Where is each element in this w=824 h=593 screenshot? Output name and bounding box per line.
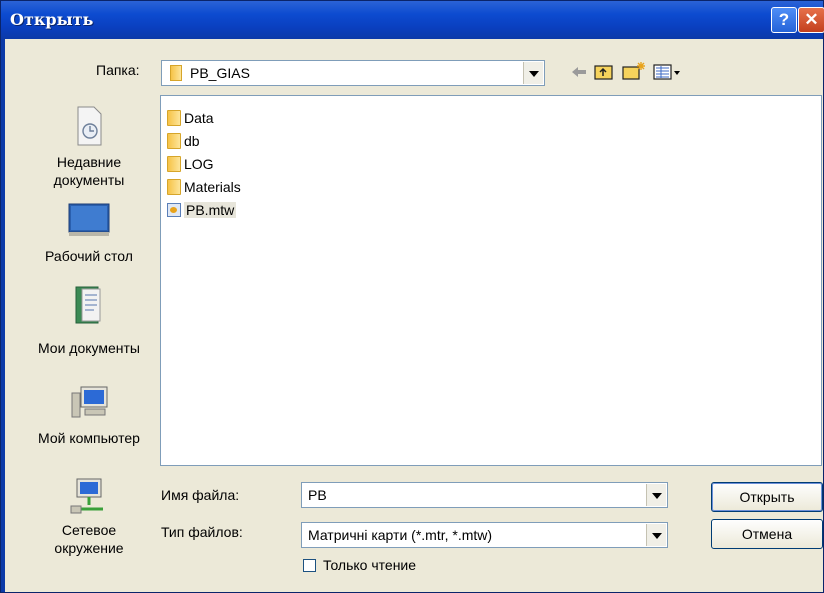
file-name: PB.mtw bbox=[184, 201, 237, 218]
place-my-documents[interactable]: Мои документы bbox=[19, 285, 159, 357]
folder-icon bbox=[167, 132, 181, 149]
chevron-down-icon[interactable] bbox=[646, 484, 666, 506]
chevron-down-icon[interactable] bbox=[646, 524, 666, 546]
open-button[interactable]: Открыть bbox=[711, 482, 823, 512]
cancel-button[interactable]: Отмена bbox=[711, 519, 823, 549]
places-bar: Недавние документы Рабочий стол Мои доку… bbox=[19, 95, 159, 593]
filetype-select[interactable]: Матричні карти (*.mtr, *.mtw) bbox=[301, 522, 668, 548]
filename-value: PB bbox=[308, 487, 327, 503]
recent-documents-icon bbox=[77, 106, 102, 146]
view-menu-icon[interactable] bbox=[653, 63, 683, 81]
file-list[interactable]: Data db LOG Materials PB.mtw bbox=[160, 95, 822, 466]
place-network[interactable]: Сетевое окружение bbox=[19, 477, 159, 557]
help-button[interactable]: ? bbox=[771, 7, 797, 33]
my-computer-icon bbox=[71, 386, 108, 418]
close-button[interactable]: ✕ bbox=[798, 7, 824, 33]
filename-label: Имя файла: bbox=[161, 487, 240, 503]
place-label: Мой компьютер bbox=[38, 430, 140, 446]
map-file-icon bbox=[167, 202, 181, 217]
new-folder-icon[interactable] bbox=[622, 61, 646, 81]
place-label: документы bbox=[53, 172, 125, 188]
file-name: db bbox=[184, 132, 200, 149]
readonly-label[interactable]: Только чтение bbox=[323, 557, 416, 573]
desktop-icon bbox=[68, 203, 110, 236]
up-folder-icon[interactable] bbox=[594, 63, 614, 81]
list-item[interactable]: PB.mtw bbox=[167, 199, 237, 220]
list-item[interactable]: Data bbox=[167, 107, 214, 128]
folder-icon bbox=[170, 65, 182, 81]
location-label: Папка: bbox=[96, 62, 140, 78]
list-item[interactable]: LOG bbox=[167, 153, 214, 174]
filename-field[interactable]: PB bbox=[301, 482, 668, 508]
place-my-computer[interactable]: Мой компьютер bbox=[19, 385, 159, 447]
place-label: Мои документы bbox=[37, 340, 140, 356]
file-name: LOG bbox=[184, 155, 214, 172]
list-item[interactable]: db bbox=[167, 130, 200, 151]
file-name: Materials bbox=[184, 178, 241, 195]
window-border bbox=[1, 39, 5, 592]
readonly-checkbox[interactable] bbox=[303, 559, 316, 572]
my-documents-icon bbox=[75, 286, 101, 324]
network-icon bbox=[70, 478, 103, 514]
place-desktop[interactable]: Рабочий стол bbox=[19, 203, 159, 265]
filetype-label: Тип файлов: bbox=[161, 524, 243, 540]
filetype-value: Матричні карти (*.mtr, *.mtw) bbox=[308, 527, 493, 543]
title-bar[interactable]: Открыть ? ✕ bbox=[1, 1, 824, 39]
place-label: Сетевое bbox=[61, 522, 117, 538]
back-arrow-icon[interactable] bbox=[571, 65, 587, 79]
window-title: Открыть bbox=[10, 10, 94, 29]
place-label: Рабочий стол bbox=[45, 248, 133, 264]
location-combo[interactable]: PB_GIAS bbox=[161, 60, 545, 86]
file-name: Data bbox=[184, 109, 214, 126]
place-label: окружение bbox=[54, 540, 124, 556]
folder-icon bbox=[167, 109, 181, 126]
folder-icon bbox=[167, 155, 181, 172]
place-recent[interactable]: Недавние документы bbox=[19, 105, 159, 189]
list-item[interactable]: Materials bbox=[167, 176, 241, 197]
place-label: Недавние bbox=[56, 154, 122, 170]
open-file-dialog: Открыть ? ✕ Папка: PB_GIAS Недавние доку… bbox=[0, 0, 824, 593]
chevron-down-icon[interactable] bbox=[523, 62, 543, 84]
location-value: PB_GIAS bbox=[190, 65, 250, 81]
folder-icon bbox=[167, 178, 181, 195]
